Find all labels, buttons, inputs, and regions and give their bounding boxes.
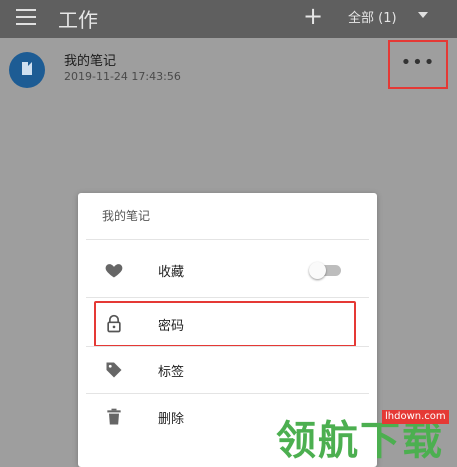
menu-item-label: 删除 bbox=[158, 412, 185, 427]
note-timestamp: 2019-11-24 17:43:56 bbox=[64, 70, 181, 83]
app-title: 工作 bbox=[58, 8, 98, 32]
divider bbox=[86, 297, 369, 298]
watermark-url: lhdown.com bbox=[382, 410, 449, 424]
menu-header: 我的笔记 bbox=[102, 209, 151, 223]
menu-item-favorite[interactable]: 收藏 bbox=[78, 247, 377, 293]
tag-icon bbox=[106, 362, 122, 378]
note-list-item[interactable]: 我的笔记 2019-11-24 17:43:56 ••• bbox=[0, 38, 457, 98]
more-icon: ••• bbox=[400, 52, 436, 73]
add-icon[interactable]: + bbox=[303, 2, 323, 30]
top-app-bar: 工作 + 全部 (1) bbox=[0, 0, 457, 38]
menu-item-tags[interactable]: 标签 bbox=[78, 347, 377, 393]
heart-icon bbox=[105, 264, 123, 278]
filter-dropdown[interactable]: 全部 (1) bbox=[348, 7, 397, 26]
menu-item-label: 标签 bbox=[158, 365, 185, 380]
favorite-toggle[interactable] bbox=[309, 262, 341, 279]
menu-item-label: 收藏 bbox=[158, 265, 185, 280]
watermark-logo: 领航下载 lhdown.com bbox=[276, 404, 457, 467]
more-options-button[interactable]: ••• bbox=[388, 40, 448, 89]
trash-icon bbox=[107, 408, 121, 425]
note-title: 我的笔记 bbox=[64, 54, 117, 69]
document-icon bbox=[9, 52, 45, 88]
chevron-down-icon[interactable] bbox=[418, 12, 428, 18]
menu-icon[interactable] bbox=[16, 9, 36, 25]
highlight-box bbox=[94, 301, 356, 347]
divider bbox=[86, 239, 369, 240]
